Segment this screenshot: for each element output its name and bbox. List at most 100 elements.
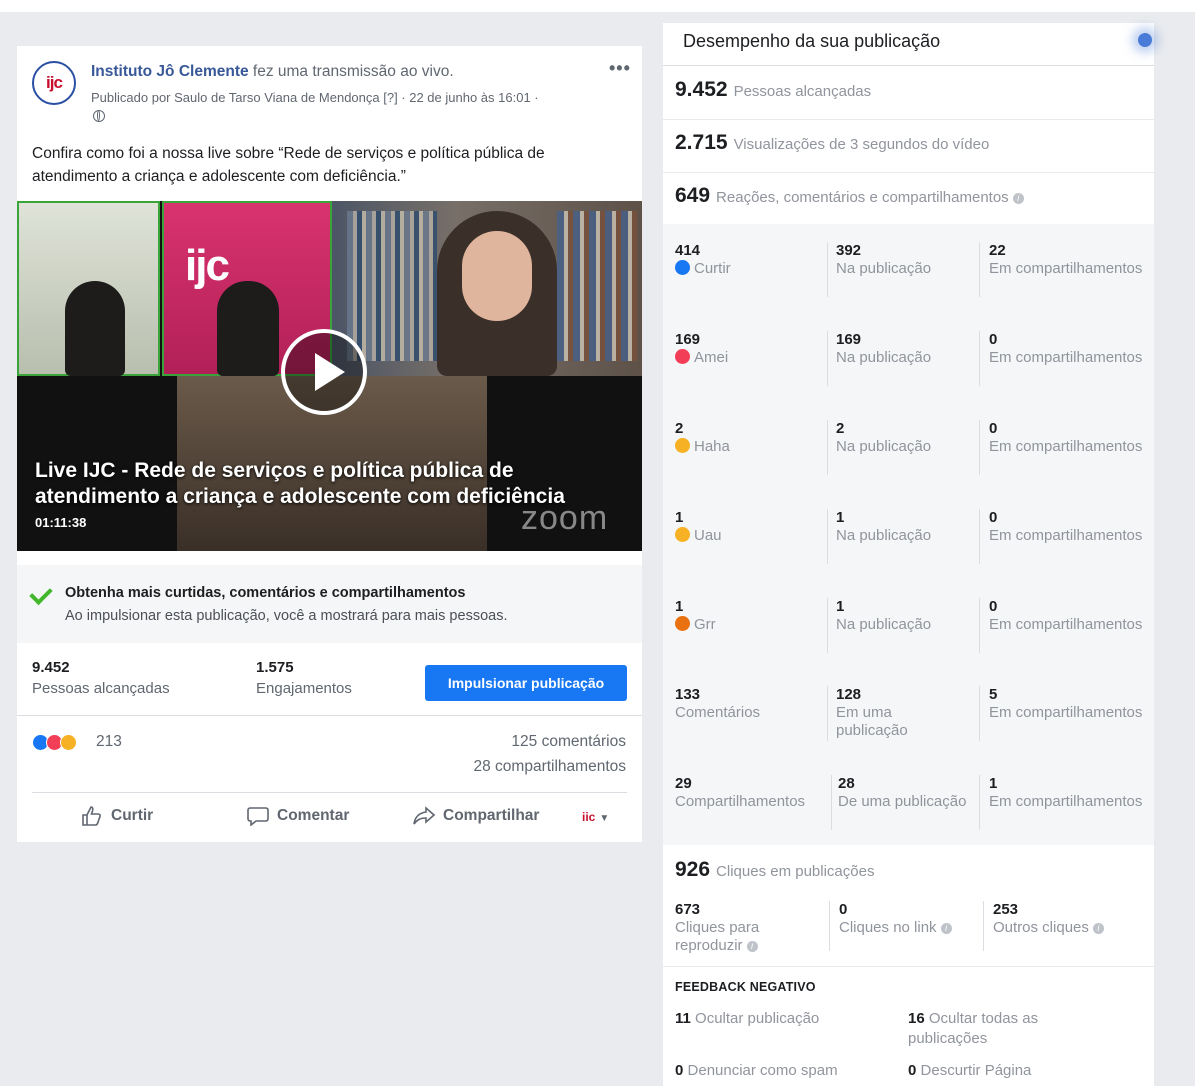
divider <box>979 331 980 386</box>
divider <box>829 901 830 951</box>
info-icon[interactable]: i <box>746 940 758 952</box>
reach-stat: 9.452 Pessoas alcançadas <box>32 659 170 697</box>
breakdown-total: 29 Compartilhamentos <box>675 775 806 810</box>
divider <box>17 715 642 716</box>
video-participant-1 <box>65 281 125 376</box>
panel-header: Desempenho da sua publicação <box>663 23 1154 66</box>
divider <box>831 775 832 830</box>
breakdown-shares: 5 Em compartilhamentos <box>989 686 1143 721</box>
click-other: 253 Outros cliques i <box>993 901 1153 937</box>
like-button[interactable]: Curtir <box>81 806 153 826</box>
divider <box>979 509 980 564</box>
interactions-metric-value: 649 <box>675 184 711 207</box>
divider <box>827 420 828 475</box>
video-participant-3-face <box>462 231 532 321</box>
share-button[interactable]: Compartilhar <box>413 806 539 826</box>
wow-icon <box>675 527 690 542</box>
bookshelf <box>557 211 637 361</box>
reactions-count[interactable]: 213 <box>96 733 122 751</box>
notification-dot-icon <box>1138 33 1152 47</box>
video-logo: ijc <box>185 241 230 290</box>
page-selector[interactable]: iic ▼ <box>582 810 609 824</box>
video-player[interactable]: ijc Live IJC - Rede de serviços e políti… <box>17 201 642 551</box>
info-icon[interactable]: i <box>1092 922 1104 934</box>
breakdown-shares: 22 Em compartilhamentos <box>989 242 1143 277</box>
divider <box>32 792 627 793</box>
more-options-icon[interactable]: ••• <box>609 58 631 79</box>
interactions-breakdown: 414 Curtir 392 Na publicação 22 Em comparti… <box>663 224 1154 845</box>
interactions-metric-label: Reações, comentários e compartilhamentos <box>716 189 1009 206</box>
like-icon <box>675 260 690 275</box>
breakdown-total: 169 Amei <box>675 331 729 366</box>
reach-label: Pessoas alcançadas <box>32 680 170 697</box>
haha-icon <box>675 438 690 453</box>
divider <box>827 598 828 653</box>
breakdown-shares: 0 Em compartilhamentos <box>989 598 1143 633</box>
divider <box>827 686 828 741</box>
breakdown-total: 1 Grr <box>675 598 716 633</box>
globe-icon <box>93 110 105 122</box>
reach-value: 9.452 <box>32 659 70 676</box>
negative-feedback-title: FEEDBACK NEGATIVO <box>675 980 816 994</box>
breakdown-total: 1 Uau <box>675 509 722 544</box>
video-participant-2 <box>217 281 279 376</box>
divider <box>663 119 1154 120</box>
comments-count[interactable]: 125 comentários <box>511 733 626 751</box>
comment-button[interactable]: Comentar <box>247 806 349 826</box>
unlike-feedback: 0 Descurtir Página <box>908 1062 1032 1079</box>
info-icon[interactable]: i <box>1012 192 1024 204</box>
hide-post-feedback: 11 Ocultar publicação <box>675 1010 820 1027</box>
breakdown-post: 128 Em uma publicação <box>836 686 908 739</box>
info-icon[interactable]: i <box>940 922 952 934</box>
breakdown-post: 28 De uma publicação <box>838 775 967 810</box>
views-metric-label: Visualizações de 3 segundos do vídeo <box>733 136 990 153</box>
love-icon <box>675 349 690 364</box>
boost-post-button[interactable]: Impulsionar publicação <box>425 665 627 701</box>
click-play: 673 Cliques para reproduzir i <box>675 901 760 954</box>
share-label: Compartilhar <box>443 807 540 824</box>
spam-feedback: 0 Denunciar como spam <box>675 1062 838 1079</box>
page-avatar[interactable]: ijc <box>32 61 76 105</box>
zoom-watermark: zoom <box>521 499 609 537</box>
panel-title: Desempenho da sua publicação <box>683 31 941 51</box>
bookshelf <box>347 211 437 361</box>
post-card: ijc Instituto Jô Clemente fez uma transm… <box>17 46 642 842</box>
engagement-label: Engajamentos <box>256 680 352 697</box>
wow-reaction-icon[interactable] <box>60 734 77 751</box>
boost-suggestion: Obtenha mais curtidas, comentários e com… <box>17 565 642 643</box>
shares-count[interactable]: 28 compartilhamentos <box>474 758 627 776</box>
breakdown-shares: 0 Em compartilhamentos <box>989 420 1143 455</box>
thumbs-up-icon <box>82 806 101 826</box>
breakdown-shares: 0 Em compartilhamentos <box>989 509 1143 544</box>
divider <box>979 598 980 653</box>
comment-label: Comentar <box>277 807 350 824</box>
clicks-metric-value: 926 <box>675 858 711 881</box>
video-duration: 01:11:38 <box>35 515 87 530</box>
boost-subtitle: Ao impulsionar esta publicação, você a m… <box>65 608 508 624</box>
reach-metric-label: Pessoas alcançadas <box>733 83 872 100</box>
clicks-metric-label: Cliques em publicações <box>716 863 875 880</box>
boost-title: Obtenha mais curtidas, comentários e com… <box>65 585 466 601</box>
breakdown-shares: 0 Em compartilhamentos <box>989 331 1143 366</box>
divider <box>827 509 828 564</box>
reach-metric: 9.452 Pessoas alcançadas <box>675 78 871 102</box>
breakdown-total: 133 Comentários <box>675 686 761 721</box>
breakdown-post: 1 Na publicação <box>836 509 932 544</box>
published-by: Publicado por Saulo de Tarso Viana de Me… <box>91 90 539 105</box>
divider <box>979 775 980 830</box>
breakdown-post: 392 Na publicação <box>836 242 932 277</box>
hide-all-feedback: 16 Ocultar todas as publicações <box>908 1010 1039 1047</box>
engagement-value: 1.575 <box>256 659 294 676</box>
views-metric-value: 2.715 <box>675 131 728 154</box>
divider <box>979 420 980 475</box>
divider <box>663 172 1154 173</box>
post-text: Confira como foi a nossa live sobre “Red… <box>32 145 545 185</box>
breakdown-total: 2 Haha <box>675 420 730 455</box>
divider <box>983 901 984 951</box>
breakdown-post: 2 Na publicação <box>836 420 932 455</box>
play-icon[interactable] <box>281 329 367 415</box>
performance-panel: Desempenho da sua publicação 9.452 Pessoa… <box>663 23 1154 1086</box>
breakdown-post: 169 Na publicação <box>836 331 932 366</box>
page-name-link[interactable]: Instituto Jô Clemente <box>91 63 249 80</box>
engagement-stat: 1.575 Engajamentos <box>256 659 352 697</box>
